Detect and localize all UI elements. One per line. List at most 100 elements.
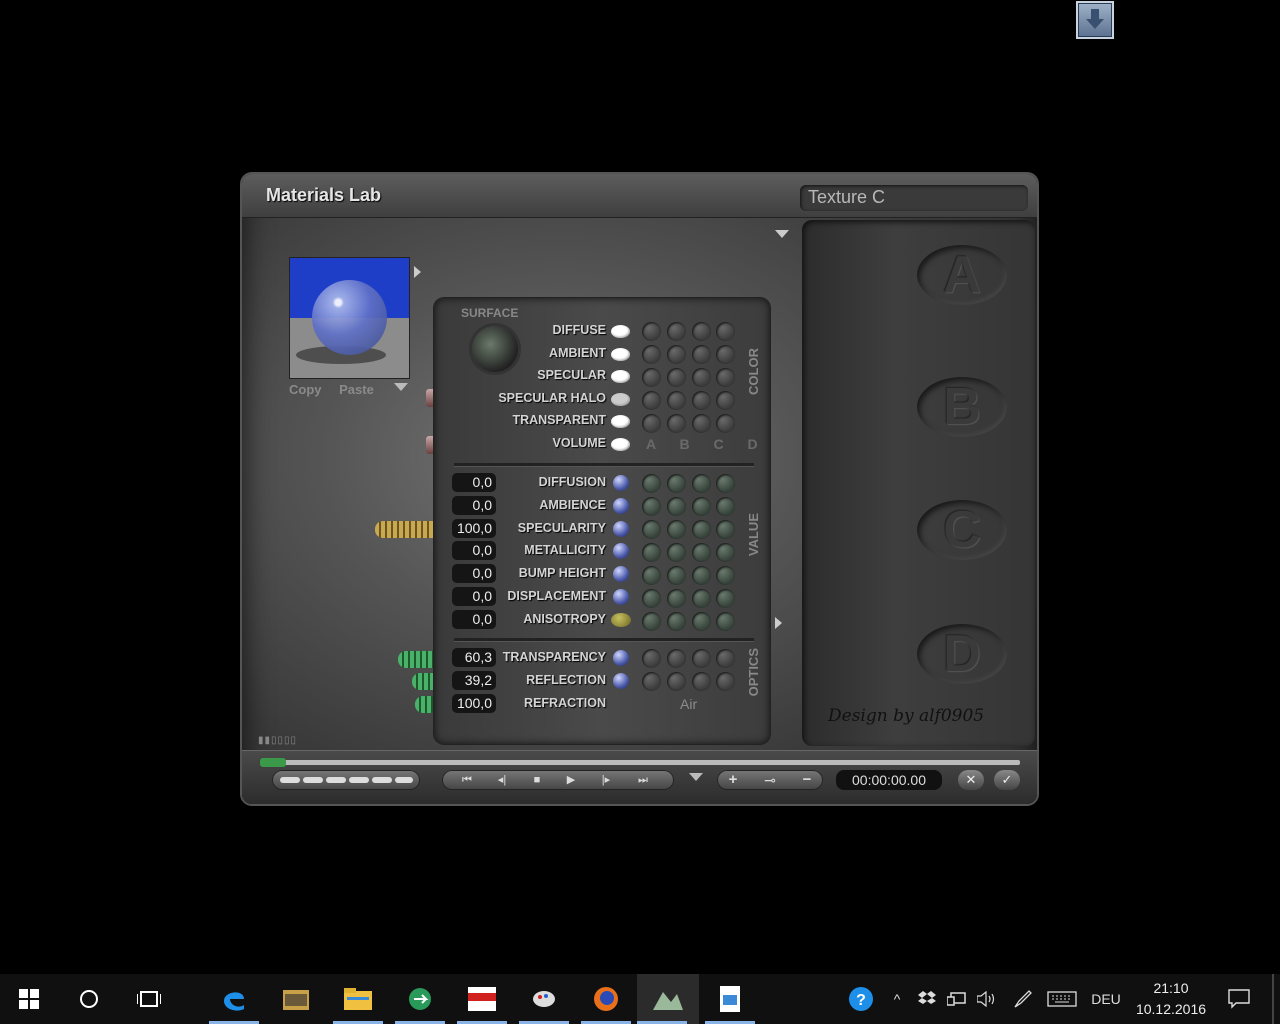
grid-cell[interactable]	[716, 520, 736, 539]
grid-cell[interactable]	[642, 612, 661, 631]
grid-cell[interactable]	[691, 520, 711, 539]
step-forward-icon[interactable]: |▸	[590, 772, 622, 788]
timeline-slider[interactable]	[260, 758, 1020, 767]
grid-cell[interactable]	[716, 391, 736, 410]
grid-cell[interactable]	[691, 672, 711, 691]
grid-cell[interactable]	[691, 414, 711, 433]
paint-app[interactable]	[519, 974, 569, 1024]
grid-cell[interactable]	[716, 368, 736, 387]
slot-c[interactable]: C	[917, 500, 1007, 560]
transparency-map-button[interactable]	[613, 650, 629, 666]
diffuse-toggle[interactable]	[611, 325, 630, 338]
time-display[interactable]: 00:00:00.00	[836, 770, 942, 790]
metallicity-value[interactable]: 0,0	[452, 541, 496, 560]
anisotropy-value[interactable]: 0,0	[452, 610, 496, 629]
grid-cell[interactable]	[642, 672, 661, 691]
transport-menu-arrow-icon[interactable]	[689, 773, 703, 781]
action-center-button[interactable]	[1222, 974, 1256, 1024]
grid-cell[interactable]	[666, 543, 686, 562]
network-tray[interactable]	[944, 974, 970, 1024]
texture-name-field[interactable]: Texture C	[800, 185, 1028, 211]
app-photos[interactable]	[271, 974, 321, 1024]
grid-cell[interactable]	[691, 391, 711, 410]
grid-cell[interactable]	[716, 497, 736, 516]
diffusion-value[interactable]: 0,0	[452, 473, 496, 492]
grid-cell[interactable]	[642, 368, 661, 387]
grid-cell[interactable]	[642, 345, 661, 364]
materials-app[interactable]	[637, 974, 699, 1024]
grid-cell[interactable]	[716, 589, 736, 608]
grid-cell[interactable]	[666, 345, 686, 364]
grid-cell[interactable]	[666, 520, 686, 539]
cancel-button[interactable]: ✕	[958, 770, 984, 790]
displacement-map-button[interactable]	[613, 589, 629, 605]
grid-cell[interactable]	[666, 497, 686, 516]
add-keyframe-button[interactable]: +	[721, 772, 745, 788]
displacement-value[interactable]: 0,0	[452, 587, 496, 606]
file-explorer-app[interactable]	[333, 974, 383, 1024]
start-button[interactable]	[4, 974, 54, 1024]
paste-button[interactable]: Paste	[339, 382, 374, 397]
grid-cell[interactable]	[716, 345, 736, 364]
layer-button[interactable]	[326, 777, 346, 783]
grid-cell[interactable]	[691, 649, 711, 668]
specular-toggle[interactable]	[611, 370, 630, 383]
grid-cell[interactable]	[642, 649, 661, 668]
preview-menu-arrow-icon[interactable]	[394, 383, 408, 391]
grid-cell[interactable]	[642, 322, 661, 341]
firefox-app[interactable]	[581, 974, 631, 1024]
grid-cell[interactable]	[691, 612, 711, 631]
slot-b[interactable]: B	[917, 377, 1007, 437]
stop-icon[interactable]: ■	[522, 772, 552, 788]
help-tray-button[interactable]: ?	[842, 974, 880, 1024]
grid-cell[interactable]	[716, 566, 736, 585]
copy-button[interactable]: Copy	[289, 382, 322, 397]
grid-cell[interactable]	[691, 497, 711, 516]
anisotropy-map-button[interactable]	[611, 613, 631, 627]
remove-keyframe-button[interactable]: −	[795, 772, 819, 788]
metallicity-map-button[interactable]	[613, 543, 629, 559]
show-hidden-icons-button[interactable]: ^	[885, 974, 909, 1024]
transparency-value[interactable]: 60,3	[452, 648, 496, 667]
play-icon[interactable]: ▶	[556, 772, 586, 788]
grid-cell[interactable]	[691, 322, 711, 341]
volume-toggle[interactable]	[611, 438, 630, 451]
slot-d[interactable]: D	[917, 624, 1007, 684]
grid-cell[interactable]	[642, 566, 661, 585]
grid-cell[interactable]	[642, 520, 661, 539]
grid-cell[interactable]	[666, 589, 686, 608]
step-back-icon[interactable]: ◂|	[486, 772, 518, 788]
grid-cell[interactable]	[666, 672, 686, 691]
grid-cell[interactable]	[691, 474, 711, 493]
polar-app[interactable]	[457, 974, 507, 1024]
grid-cell[interactable]	[716, 543, 736, 562]
slot-a[interactable]: A	[917, 245, 1007, 305]
layer-button[interactable]	[395, 777, 413, 783]
specularity-map-button[interactable]	[613, 521, 629, 537]
refraction-medium[interactable]: Air	[680, 696, 697, 712]
grid-cell[interactable]	[642, 414, 661, 433]
layer-button[interactable]	[372, 777, 392, 783]
refraction-value[interactable]: 100,0	[452, 694, 496, 713]
grid-cell[interactable]	[666, 612, 686, 631]
grid-cell[interactable]	[691, 589, 711, 608]
grid-cell[interactable]	[666, 391, 686, 410]
grid-cell[interactable]	[666, 566, 686, 585]
grid-cell[interactable]	[642, 589, 661, 608]
bump-height-value[interactable]: 0,0	[452, 564, 496, 583]
layer-button[interactable]	[303, 777, 323, 783]
specularity-value[interactable]: 100,0	[452, 519, 496, 538]
grid-cell[interactable]	[666, 474, 686, 493]
volume-tray[interactable]	[974, 974, 1000, 1024]
dropbox-tray[interactable]	[914, 974, 940, 1024]
go-to-start-icon[interactable]: ⏮	[452, 772, 482, 788]
grid-cell[interactable]	[716, 414, 736, 433]
ambience-value[interactable]: 0,0	[452, 496, 496, 515]
layer-button[interactable]	[280, 777, 300, 783]
grid-cell[interactable]	[716, 649, 736, 668]
expand-right-arrow-icon[interactable]	[775, 617, 782, 629]
reflection-value[interactable]: 39,2	[452, 671, 496, 690]
key-icon[interactable]: ⊸	[749, 772, 791, 788]
input-language[interactable]: DEU	[1086, 974, 1126, 1024]
layer-button[interactable]	[349, 777, 369, 783]
